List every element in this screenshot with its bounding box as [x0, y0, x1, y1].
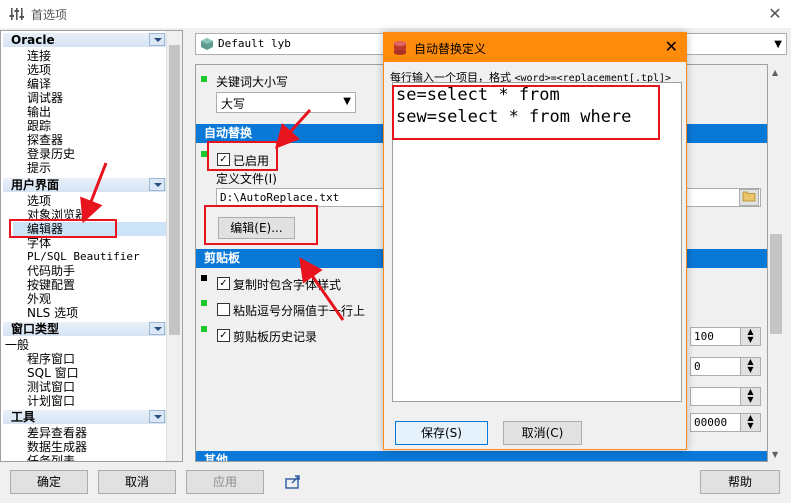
- tree-item[interactable]: 数据生成器: [27, 440, 87, 454]
- folder-icon: [742, 191, 756, 202]
- scroll-up-icon[interactable]: ▲: [772, 68, 778, 77]
- tree-item[interactable]: 外观: [27, 292, 51, 306]
- preferences-icon: [9, 8, 24, 20]
- chevron-down-icon: ▼: [343, 96, 351, 107]
- tree-item[interactable]: 测试窗口: [27, 380, 75, 394]
- tree-item[interactable]: 程序窗口: [27, 352, 75, 366]
- spin-button[interactable]: ▲ ▼: [740, 327, 761, 346]
- modified-marker: [201, 300, 207, 306]
- annotation-box-lines: [392, 85, 660, 140]
- tree-item[interactable]: 代码助手: [27, 264, 75, 278]
- collapse-icon[interactable]: [149, 410, 165, 423]
- apply-button[interactable]: 应用: [186, 470, 264, 494]
- spin-button[interactable]: ▲ ▼: [740, 387, 761, 406]
- scroll-thumb[interactable]: [169, 45, 180, 335]
- ok-button[interactable]: 确定: [10, 470, 88, 494]
- tree-item[interactable]: 连接: [27, 49, 51, 63]
- modified-marker: [201, 326, 207, 332]
- scroll-down-icon[interactable]: ▼: [772, 450, 778, 459]
- dialog-cancel-button[interactable]: 取消(C): [503, 421, 582, 445]
- spin-button[interactable]: ▲ ▼: [740, 357, 761, 376]
- annotation-box-enabled: [207, 141, 278, 171]
- tree-group-ui[interactable]: 用户界面: [3, 178, 166, 192]
- scroll-thumb[interactable]: [770, 234, 782, 334]
- tree-group-oracle[interactable]: Oracle: [3, 33, 166, 47]
- preferences-tree[interactable]: Oracle 连接 选项 编译 调试器 输出 跟踪 探查器 登录历史 提示 用户…: [0, 30, 183, 462]
- tree-item[interactable]: PL/SQL Beautifier: [27, 250, 140, 264]
- tree-item[interactable]: 选项: [27, 63, 51, 77]
- tree-item[interactable]: 编译: [27, 77, 51, 91]
- paste-comma-label: 粘贴逗号分隔值于一行上: [233, 304, 366, 318]
- connection-value: Default lyb: [218, 37, 291, 50]
- cancel-button[interactable]: 取消: [98, 470, 176, 494]
- close-icon[interactable]: ✕: [764, 3, 786, 25]
- clip-history-checkbox[interactable]: ✓: [217, 329, 230, 342]
- connection-icon: [201, 38, 213, 50]
- tree-item[interactable]: 输出: [27, 105, 51, 119]
- spin-button[interactable]: ▲ ▼: [740, 413, 761, 432]
- dialog-title-bar: 自动替换定义 ✕: [384, 33, 686, 62]
- tree-group-tools[interactable]: 工具: [3, 410, 166, 424]
- tree-item[interactable]: 跟踪: [27, 119, 51, 133]
- tree-item[interactable]: 字体: [27, 236, 51, 250]
- tree-item[interactable]: 按键配置: [27, 278, 75, 292]
- tree-item[interactable]: 探查器: [27, 133, 63, 147]
- tree-item[interactable]: SQL 窗口: [27, 366, 79, 380]
- dialog-title: 自动替换定义: [414, 42, 487, 56]
- tree-item[interactable]: 差异查看器: [27, 426, 87, 440]
- collapse-icon[interactable]: [149, 33, 165, 46]
- tree-item[interactable]: 提示: [27, 161, 51, 175]
- help-button[interactable]: 帮助: [700, 470, 780, 494]
- export-icon[interactable]: [284, 474, 302, 490]
- chevron-down-icon: ▼: [774, 39, 782, 50]
- copy-font-checkbox[interactable]: ✓: [217, 277, 230, 290]
- copy-font-label: 复制时包含字体样式: [233, 278, 342, 292]
- modified-marker: [201, 275, 207, 281]
- clip-history-label: 剪贴板历史记录: [233, 330, 318, 344]
- other-header: 其他: [196, 451, 767, 461]
- collapse-icon[interactable]: [149, 322, 165, 335]
- folder-browse-button[interactable]: [739, 189, 759, 206]
- save-button[interactable]: 保存(S): [395, 421, 488, 445]
- settings-scrollbar[interactable]: ▲ ▼: [768, 64, 785, 462]
- paste-comma-checkbox[interactable]: [217, 303, 230, 316]
- close-icon[interactable]: ✕: [665, 37, 678, 56]
- tree-item[interactable]: 一般: [5, 338, 29, 352]
- collapse-icon[interactable]: [149, 178, 165, 191]
- tree-item[interactable]: 计划窗口: [27, 394, 75, 408]
- annotation-box-editor: [9, 219, 117, 238]
- tree-scrollbar[interactable]: [166, 31, 182, 461]
- tree-item[interactable]: 任务列表: [27, 454, 75, 461]
- tree-item[interactable]: NLS 选项: [27, 306, 78, 320]
- title-bar: 首选项 ✕: [0, 0, 791, 28]
- annotation-box-edit: [204, 205, 318, 245]
- keyword-case-label: 关键词大小写: [216, 75, 289, 89]
- window-title: 首选项: [31, 8, 68, 22]
- database-icon: [394, 41, 406, 55]
- modified-marker: [201, 76, 207, 82]
- tree-item[interactable]: 调试器: [27, 91, 63, 105]
- keyword-case-select[interactable]: 大写 ▼: [216, 92, 356, 113]
- tree-group-windows[interactable]: 窗口类型: [3, 322, 166, 336]
- tree-item[interactable]: 登录历史: [27, 147, 75, 161]
- tree-item[interactable]: 选项: [27, 194, 51, 208]
- deffile-label: 定义文件(I): [216, 172, 277, 186]
